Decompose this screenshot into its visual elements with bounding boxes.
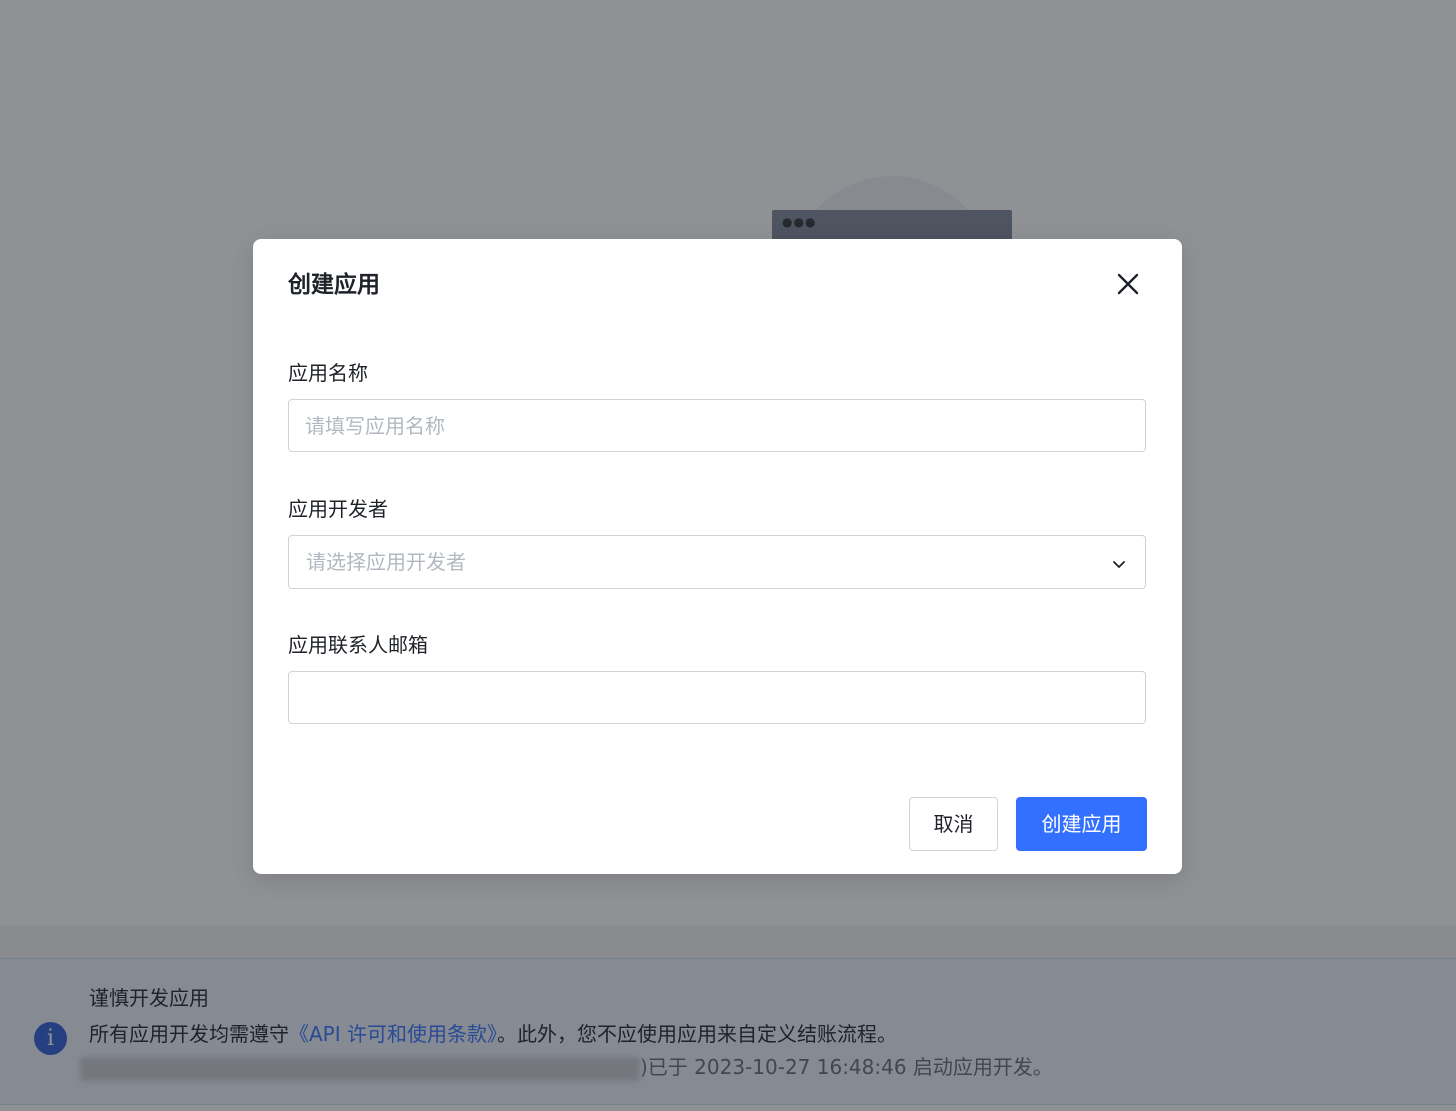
developer-select[interactable]: 请选择应用开发者	[288, 535, 1146, 589]
contact-email-input[interactable]	[288, 671, 1146, 724]
create-app-button[interactable]: 创建应用	[1016, 797, 1147, 851]
app-name-label: 应用名称	[288, 361, 368, 385]
dialog-title: 创建应用	[288, 272, 380, 298]
close-button[interactable]	[1113, 269, 1143, 299]
app-name-input[interactable]	[288, 399, 1146, 452]
cancel-button[interactable]: 取消	[909, 797, 998, 851]
chevron-down-icon	[1113, 561, 1125, 568]
create-app-dialog: 创建应用 应用名称 应用开发者 请选择应用开发者 应用联系人邮箱 取消 创建应用	[253, 239, 1182, 874]
close-icon	[1117, 273, 1139, 295]
contact-email-label: 应用联系人邮箱	[288, 633, 428, 657]
developer-select-placeholder: 请选择应用开发者	[306, 550, 466, 574]
developer-label: 应用开发者	[288, 497, 388, 521]
